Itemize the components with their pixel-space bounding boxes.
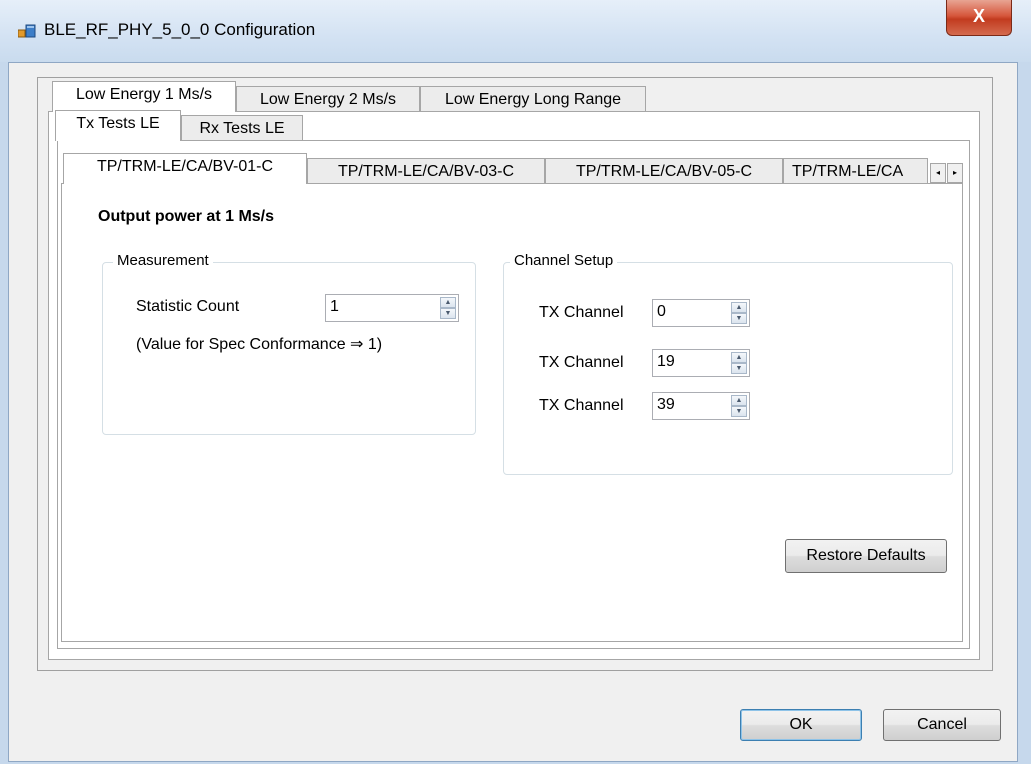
- spinner-arrows: ▲ ▼: [731, 395, 747, 417]
- tab-bv-01-c[interactable]: TP/TRM-LE/CA/BV-01-C: [63, 153, 307, 184]
- spin-down-icon[interactable]: ▼: [440, 308, 456, 319]
- spin-down-icon[interactable]: ▼: [731, 313, 747, 324]
- arrow-glyph: ▲: [735, 354, 743, 361]
- arrow-glyph: ▲: [735, 397, 743, 404]
- statistic-count-label: Statistic Count: [136, 298, 240, 315]
- tab-label: Low Energy 2 Ms/s: [259, 91, 397, 108]
- tx-channel-value: 39: [657, 396, 675, 413]
- statistic-count-stepper[interactable]: 1 ▲ ▼: [325, 294, 459, 322]
- tab-label: TP/TRM-LE/CA: [792, 163, 904, 180]
- tx-channel-2-stepper[interactable]: 19 ▲ ▼: [652, 349, 750, 377]
- title-bar: BLE_RF_PHY_5_0_0 Configuration X: [0, 0, 1031, 62]
- outer-tab-container: Low Energy 1 Ms/s Low Energy 2 Ms/s Low …: [37, 77, 993, 671]
- channel-setup-group-label: Channel Setup: [510, 252, 618, 269]
- spin-up-icon[interactable]: ▲: [731, 395, 747, 406]
- window-title: BLE_RF_PHY_5_0_0 Configuration: [44, 20, 316, 39]
- tab-label: TP/TRM-LE/CA/BV-01-C: [96, 158, 274, 175]
- tab-scroll-left-button[interactable]: ◂: [930, 163, 946, 183]
- statistic-count-value: 1: [330, 298, 339, 315]
- tab-bv-truncated[interactable]: TP/TRM-LE/CA: [783, 158, 928, 186]
- dialog-client-area: Low Energy 1 Ms/s Low Energy 2 Ms/s Low …: [8, 62, 1018, 762]
- tab-low-energy-1ms[interactable]: Low Energy 1 Ms/s: [52, 81, 236, 112]
- tab-label: TP/TRM-LE/CA/BV-03-C: [337, 163, 515, 180]
- spin-down-icon[interactable]: ▼: [731, 363, 747, 374]
- tx-channel-1-stepper[interactable]: 0 ▲ ▼: [652, 299, 750, 327]
- measurement-group: Measurement Statistic Count 1 ▲ ▼ (Value…: [102, 252, 476, 435]
- restore-defaults-button[interactable]: Restore Defaults: [785, 539, 947, 573]
- spinner-arrows: ▲ ▼: [731, 302, 747, 324]
- arrow-glyph: ▲: [444, 299, 452, 306]
- measurement-group-label: Measurement: [113, 252, 213, 269]
- tx-channel-value: 0: [657, 303, 666, 320]
- arrow-glyph: ▲: [735, 304, 743, 311]
- tab-bv-05-c[interactable]: TP/TRM-LE/CA/BV-05-C: [545, 158, 783, 186]
- tx-channel-value: 19: [657, 353, 675, 370]
- tx-channel-3-stepper[interactable]: 39 ▲ ▼: [652, 392, 750, 420]
- level1-panel: Tx Tests LE Rx Tests LE TP/TRM-LE/CA/BV-…: [48, 110, 980, 660]
- tab-bv-03-c[interactable]: TP/TRM-LE/CA/BV-03-C: [307, 158, 545, 186]
- tab-label: Low Energy 1 Ms/s: [75, 86, 213, 103]
- chevron-right-icon: ▸: [952, 168, 957, 177]
- spin-up-icon[interactable]: ▲: [440, 297, 456, 308]
- close-icon: X: [972, 6, 985, 26]
- arrow-glyph: ▼: [735, 315, 743, 322]
- spin-up-icon[interactable]: ▲: [731, 352, 747, 363]
- level2-panel: TP/TRM-LE/CA/BV-01-C TP/TRM-LE/CA/BV-03-…: [57, 140, 970, 649]
- tab-tx-tests-le[interactable]: Tx Tests LE: [55, 110, 181, 141]
- tab-label: TP/TRM-LE/CA/BV-05-C: [575, 163, 753, 180]
- arrow-glyph: ▼: [735, 408, 743, 415]
- arrow-glyph: ▼: [735, 365, 743, 372]
- tab-scroll-arrows: ◂ ▸: [930, 163, 964, 183]
- arrow-glyph: ▼: [444, 310, 452, 317]
- page-heading: Output power at 1 Ms/s: [98, 208, 275, 225]
- app-icon: [18, 24, 36, 38]
- tab-label: Tx Tests LE: [76, 115, 160, 132]
- tab-low-energy-2ms[interactable]: Low Energy 2 Ms/s: [236, 86, 420, 114]
- tx-channel-label: TX Channel: [539, 354, 624, 371]
- spinner-arrows: ▲ ▼: [440, 297, 456, 319]
- tab-scroll-right-button[interactable]: ▸: [947, 163, 963, 183]
- tab-label: Rx Tests LE: [199, 120, 285, 137]
- tx-channel-label: TX Channel: [539, 304, 624, 321]
- cancel-button[interactable]: Cancel: [883, 709, 1001, 741]
- close-button[interactable]: X: [946, 0, 1012, 36]
- tab-label: Low Energy Long Range: [444, 91, 622, 108]
- test-content-panel: Output power at 1 Ms/s Measurement Stati…: [61, 183, 963, 642]
- spin-down-icon[interactable]: ▼: [731, 406, 747, 417]
- channel-setup-group: Channel Setup TX Channel 0 ▲ ▼ TX Channe…: [503, 252, 953, 475]
- chevron-left-icon: ◂: [935, 168, 940, 177]
- tx-channel-label: TX Channel: [539, 397, 624, 414]
- tab-rx-tests-le[interactable]: Rx Tests LE: [181, 115, 303, 143]
- ok-button[interactable]: OK: [740, 709, 862, 741]
- spin-up-icon[interactable]: ▲: [731, 302, 747, 313]
- spinner-arrows: ▲ ▼: [731, 352, 747, 374]
- window-frame: BLE_RF_PHY_5_0_0 Configuration X Low Ene…: [0, 0, 1031, 764]
- tab-low-energy-long-range[interactable]: Low Energy Long Range: [420, 86, 646, 114]
- spec-conformance-note: (Value for Spec Conformance ⇒ 1): [136, 336, 383, 353]
